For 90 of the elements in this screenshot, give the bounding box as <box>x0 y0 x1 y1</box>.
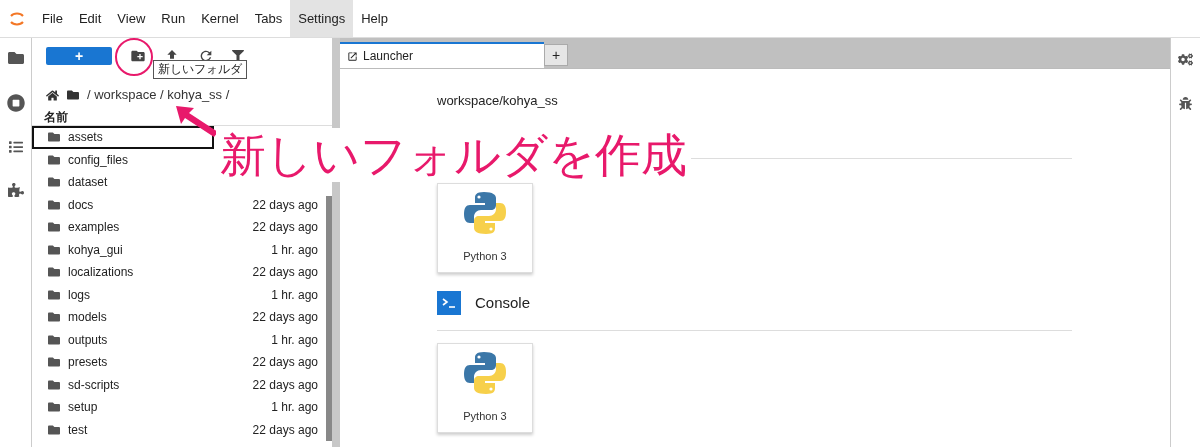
file-name: models <box>68 309 107 327</box>
modified-time: 22 days ago <box>252 354 318 372</box>
modified-time: 22 days ago <box>252 264 318 282</box>
file-name: localizations <box>68 264 134 282</box>
file-name: docs <box>68 196 94 214</box>
scrollbar[interactable] <box>326 196 332 441</box>
modified-time: 22 days ago <box>252 219 318 237</box>
file-name: presets <box>68 354 108 372</box>
settings-icon[interactable] <box>1178 52 1193 67</box>
new-folder-icon[interactable] <box>130 48 146 64</box>
breadcrumb-path[interactable]: / workspace / kohya_ss / <box>87 85 230 105</box>
menu-item[interactable]: View <box>109 0 154 37</box>
file-name: logs <box>68 286 90 304</box>
folder-icon <box>48 131 60 144</box>
folder-icon <box>48 243 60 256</box>
folder-icon[interactable] <box>67 89 79 101</box>
file-name: sd-scripts <box>68 376 120 394</box>
modified-time: 22 days ago <box>252 309 318 327</box>
file-row[interactable]: kohya_gui 1 hr. ago <box>32 238 326 261</box>
modified-time: 1 hr. ago <box>271 331 318 349</box>
file-row[interactable]: examples 22 days ago <box>32 216 326 239</box>
tooltip: 新しいフォルダ <box>153 60 247 79</box>
folder-icon <box>48 266 60 279</box>
stop-icon[interactable] <box>6 94 25 112</box>
modified-time: 1 hr. ago <box>271 286 318 304</box>
list-icon[interactable] <box>8 140 23 154</box>
modified-time: 1 hr. ago <box>271 399 318 417</box>
file-row[interactable]: outputs 1 hr. ago <box>32 328 326 351</box>
folder-icon <box>48 401 60 414</box>
file-row[interactable]: dataset <box>32 171 214 194</box>
console-icon <box>437 291 461 315</box>
annotation-text: 新しいフォルダを作成 <box>216 128 691 182</box>
file-name: kohya_gui <box>68 241 123 259</box>
card-label: Python 3 <box>463 409 507 425</box>
folder-icon <box>48 378 60 391</box>
folder-icon <box>48 423 60 436</box>
file-name: assets <box>68 129 103 147</box>
modified-time: 22 days ago <box>252 376 318 394</box>
python-logo-icon <box>463 350 507 397</box>
file-name: dataset <box>68 174 108 192</box>
menu-item[interactable]: Tabs <box>246 0 291 37</box>
menu-item[interactable]: Edit <box>70 0 110 37</box>
card-label: Python 3 <box>463 249 507 265</box>
section-title: Console <box>475 292 531 313</box>
launcher-card[interactable]: Python 3 <box>437 182 533 273</box>
file-name: config_files <box>68 151 129 169</box>
column-header[interactable]: 名前 <box>44 107 68 126</box>
folder-icon <box>48 356 60 369</box>
menu-item[interactable]: Help <box>353 0 396 37</box>
file-name: examples <box>68 219 120 237</box>
launcher-path: workspace/kohya_ss <box>437 92 559 110</box>
file-row[interactable]: presets 22 days ago <box>32 351 326 374</box>
file-row[interactable]: test 22 days ago <box>32 418 326 441</box>
menu-item[interactable]: Run <box>153 0 194 37</box>
launcher-icon <box>347 50 358 62</box>
puzzle-icon[interactable] <box>7 182 24 198</box>
file-row[interactable]: setup 1 hr. ago <box>32 396 326 419</box>
file-name: outputs <box>68 331 108 349</box>
folder-icon <box>48 221 60 234</box>
folder-icon <box>48 333 60 346</box>
filter-icon[interactable] <box>232 50 244 62</box>
launcher-tab[interactable]: Launcher <box>340 42 544 68</box>
file-row[interactable]: sd-scripts 22 days ago <box>32 373 326 396</box>
file-row[interactable]: config_files <box>32 148 214 171</box>
add-tab-button[interactable]: + <box>544 44 568 66</box>
menu-item[interactable]: File <box>34 0 71 37</box>
folder-icon <box>48 198 60 211</box>
launcher-card[interactable]: Python 3 <box>437 342 533 433</box>
folder-icon <box>48 288 60 301</box>
modified-time: 22 days ago <box>252 421 318 439</box>
bug-icon[interactable] <box>1179 97 1192 110</box>
folder-icon <box>48 153 60 166</box>
file-name: setup <box>68 399 98 417</box>
file-row[interactable]: logs 1 hr. ago <box>32 283 326 306</box>
folder-icon <box>48 176 60 189</box>
new-launcher-button[interactable]: + <box>46 47 112 65</box>
menu-item[interactable]: Settings <box>290 0 354 37</box>
tab-label: Launcher <box>363 48 414 65</box>
modified-time: 22 days ago <box>252 196 318 214</box>
home-icon[interactable] <box>46 88 59 102</box>
python-logo-icon <box>463 190 507 237</box>
folder-icon <box>48 311 60 324</box>
file-row[interactable]: assets <box>32 126 214 149</box>
folder-icon[interactable] <box>7 50 24 66</box>
modified-time: 1 hr. ago <box>271 241 318 259</box>
menu-item[interactable]: Kernel <box>193 0 247 37</box>
file-name: test <box>68 421 88 439</box>
file-row[interactable]: localizations 22 days ago <box>32 261 326 284</box>
file-row[interactable]: models 22 days ago <box>32 306 326 329</box>
file-row[interactable]: docs 22 days ago <box>32 193 326 216</box>
